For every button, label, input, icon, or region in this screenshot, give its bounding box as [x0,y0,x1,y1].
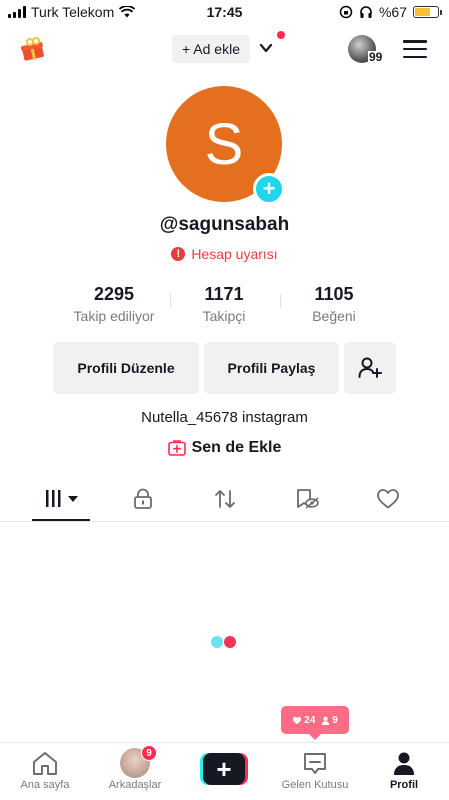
repost-icon [215,490,235,508]
following-count: 2295 [93,284,135,304]
battery-icon [413,6,442,18]
add-post-icon [167,440,186,456]
likes-label: Beğeni [312,308,356,324]
popup-likes-count: 24 [304,714,316,726]
tab-saved[interactable] [292,486,322,512]
gift-icon[interactable] [20,36,46,62]
nav-home-label: Ana sayfa [20,779,70,791]
followers-label: Takipçi [202,308,246,324]
add-photo-icon[interactable]: + [253,173,285,205]
account-count: 99 [368,50,384,64]
following-label: Takip ediliyor [73,308,155,324]
nav-profile-label: Profil [389,779,419,791]
heart-filled-icon [293,716,302,724]
nav-friends[interactable]: 9 Arkadaşlar [90,745,180,791]
person-icon [322,716,330,725]
headphones-icon [360,6,372,18]
add-user-icon [358,357,382,378]
inbox-icon [304,753,326,774]
loading-dot-red [224,636,236,648]
add-link-label: Sen de Ekle [191,439,282,456]
active-tab-indicator [32,519,90,521]
activity-popup[interactable]: 24 9 [281,706,349,740]
content-tabs [0,478,449,522]
add-account-button[interactable]: + Ad ekle [172,35,250,63]
stat-following[interactable]: 2295 Takip ediliyor [59,284,169,324]
likes-count: 1105 [314,284,354,304]
friends-badge: 9 [141,745,157,761]
tab-private[interactable] [128,486,158,512]
menu-icon[interactable] [403,40,427,58]
avatar-initial: S [204,111,244,177]
tab-liked[interactable] [373,486,403,512]
alert-icon: ! [171,247,186,261]
battery-fill [415,8,430,16]
heart-icon [377,489,399,509]
create-plus-icon: + [203,753,245,785]
profile-icon [394,752,414,775]
nav-profile[interactable]: Profil [359,749,449,791]
followers-count: 1171 [204,284,244,304]
bio-text: Nutella_45678 instagram [141,409,308,426]
status-icons: %67 [339,4,442,20]
bookmark-eye-icon [297,489,319,509]
status-bar: Turk Telekom 17:45 %67 [0,0,449,24]
create-button[interactable]: + [200,753,248,785]
loading-dot-cyan [211,636,223,648]
stat-likes[interactable]: 1105 Beğeni [279,284,389,324]
orientation-lock-icon [339,5,353,19]
stat-followers[interactable]: 1171 Takipçi [169,284,279,324]
battery-percent: %67 [378,4,407,20]
edit-profile-button[interactable]: Profili Düzenle [53,342,199,394]
videos-grid-icon [46,490,78,507]
bottom-nav: Ana sayfa 9 Arkadaşlar + Gelen Kutusu Pr… [0,742,449,800]
top-nav: + Ad ekle 99 [0,30,449,70]
nav-inbox-label: Gelen Kutusu [281,779,349,791]
tab-reposts[interactable] [210,486,240,512]
popup-followers: 9 [321,715,338,726]
nav-friends-label: Arkadaşlar [108,779,162,791]
popup-likes: 24 [292,715,315,726]
nav-inbox[interactable]: Gelen Kutusu [270,749,360,791]
popup-followers-count: 9 [332,714,338,726]
share-profile-button[interactable]: Profili Paylaş [204,342,339,394]
nav-home[interactable]: Ana sayfa [0,749,90,791]
account-warning[interactable]: ! Hesap uyarısı [0,246,449,262]
chevron-down-icon[interactable] [259,41,273,55]
notification-dot [277,31,285,39]
tab-videos[interactable] [45,486,81,512]
add-link-button[interactable]: Sen de Ekle [0,439,449,457]
add-friend-button[interactable] [344,342,396,394]
username: @sagunsabah [159,214,290,235]
account-warning-label: Hesap uyarısı [191,246,278,262]
home-icon [33,752,57,775]
lock-icon [134,488,152,509]
